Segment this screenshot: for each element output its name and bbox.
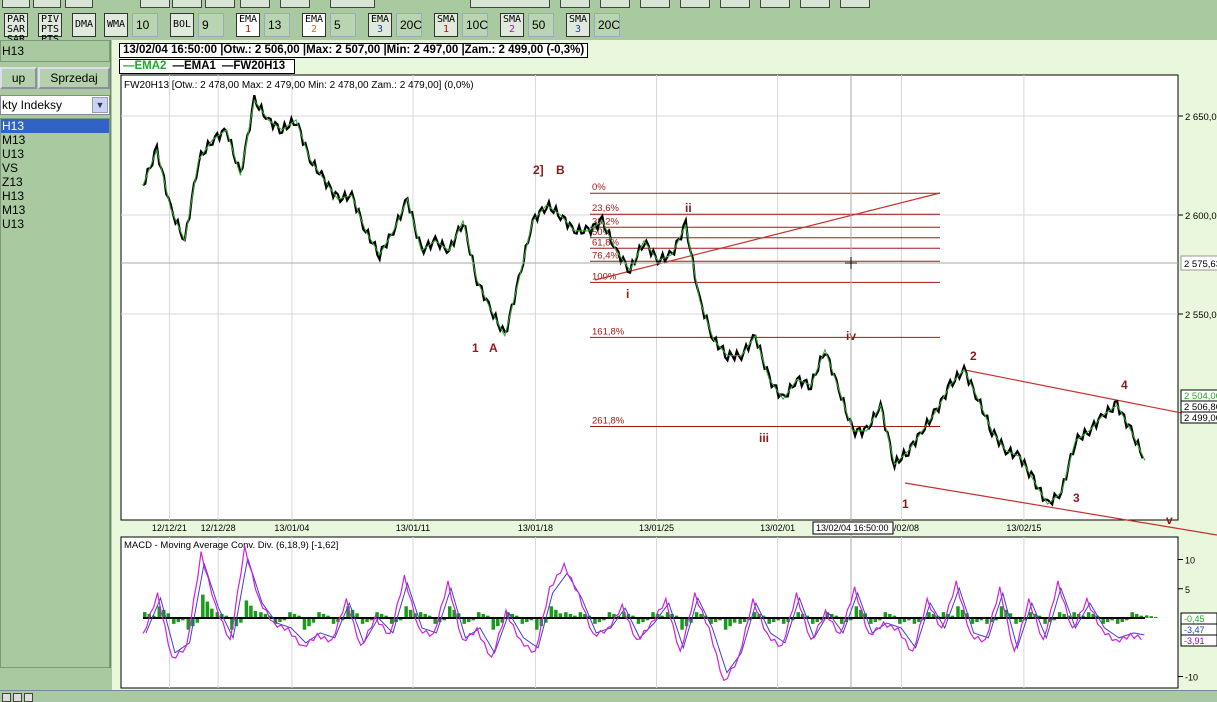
sell-button[interactable]: Sprzedaj <box>38 67 110 89</box>
instrument-list-item[interactable]: H13 <box>1 119 109 133</box>
crosshair-date-label: 13/02/04 16:50:00 <box>816 523 889 533</box>
macd-value-label: -3,47 <box>1184 625 1205 635</box>
macd-histogram-bar <box>491 618 496 630</box>
chart-header: FW20H13 [Otw.: 2 478,00 Max: 2 479,00 Mi… <box>124 80 474 91</box>
wave-label: A <box>489 341 498 355</box>
instrument-list-item[interactable]: VS <box>1 161 109 175</box>
macd-histogram-bar <box>1149 616 1153 618</box>
fib-level-label: 23,6% <box>592 203 619 214</box>
fib-level-label: 161,8% <box>592 326 625 337</box>
x-tick-label: 12/12/28 <box>201 523 236 533</box>
x-tick-label: 13/01/25 <box>639 523 674 533</box>
macd-histogram-bar <box>854 606 859 618</box>
status-bar <box>0 690 1217 702</box>
macd-value-label: -0,45 <box>1184 614 1205 624</box>
macd-histogram-bar <box>447 606 452 618</box>
chevron-down-icon[interactable]: ▼ <box>92 97 108 113</box>
y-tick-label: 2 600,00 <box>1185 211 1217 222</box>
macd-panel[interactable] <box>120 536 1179 689</box>
x-tick-label: 13/02/15 <box>1006 523 1041 533</box>
instrument-list-item[interactable]: U13 <box>1 217 109 231</box>
wave-label: 2 <box>970 349 977 363</box>
crosshair-price-label: 2 575,63 <box>1184 259 1217 270</box>
wave-label: B <box>556 163 565 177</box>
macd-histogram-bar <box>253 610 258 618</box>
chart-legend: —EMA2 —EMA1 —FW20H13 <box>119 59 296 74</box>
x-tick-label: 12/12/21 <box>152 523 187 533</box>
wave-label: 1 <box>472 341 479 355</box>
macd-histogram-bar <box>1154 616 1158 618</box>
instrument-list-item[interactable]: M13 <box>1 133 109 147</box>
macd-histogram-bar <box>1145 615 1149 618</box>
macd-histogram-bar <box>728 618 732 627</box>
instrument-list-item[interactable]: M13 <box>1 203 109 217</box>
market-dropdown[interactable]: kty Indeksy ▼ <box>0 95 110 115</box>
wave-label: i <box>626 287 629 301</box>
x-tick-label: 13/01/18 <box>518 523 553 533</box>
macd-histogram-bar <box>999 606 1004 618</box>
legend-item: —EMA2 <box>123 60 167 72</box>
instrument-title: H13 <box>0 40 110 62</box>
macd-histogram-bar <box>307 618 311 627</box>
wave-label: 3 <box>1073 491 1080 505</box>
wave-label: iii <box>759 431 769 445</box>
macd-histogram-bar <box>549 606 554 618</box>
wave-label: 2] <box>533 163 544 177</box>
instrument-list-item[interactable]: H13 <box>1 189 109 203</box>
wave-label: v <box>1166 513 1173 527</box>
y-tick-label: 2 550,00 <box>1185 310 1217 321</box>
macd-y-tick-label: 5 <box>1185 585 1190 595</box>
macd-histogram-bar <box>201 594 205 618</box>
price-chart[interactable]: 12/12/21 12/12/28 13/01/04 13/01/11 13/01/18… <box>0 0 1217 701</box>
macd-histogram-bar <box>249 605 253 618</box>
legend-item: —FW20H13 <box>221 60 286 72</box>
fib-level-label: 100% <box>592 271 617 282</box>
macd-histogram-bar <box>956 606 960 618</box>
macd-title: MACD - Moving Average Conv. Div. (6,18,9… <box>124 540 338 551</box>
instrument-list-item[interactable]: U13 <box>1 147 109 161</box>
left-panel: H13 up Sprzedaj kty Indeksy ▼ H13 M13 U13 VS… <box>0 40 111 668</box>
price-value-label: 2 504,00 <box>1184 391 1217 402</box>
macd-histogram-bar <box>244 600 249 618</box>
price-value-label: 2 499,00 <box>1184 413 1217 424</box>
x-tick-label: 13/01/04 <box>274 523 309 533</box>
instrument-list: H13 M13 U13 VS Z13 H13 M13 U13 <box>0 118 110 668</box>
ohlc-info-bar: 13/02/04 16:50:00 |Otw.: 2 506,00 |Max: … <box>119 43 589 58</box>
dropdown-value: kty Indeksy <box>2 98 63 112</box>
macd-histogram-bar <box>680 618 684 630</box>
macd-y-tick-label: 10 <box>1185 556 1195 566</box>
legend-item: —EMA1 <box>172 60 216 72</box>
macd-histogram-bar <box>723 618 728 630</box>
macd-histogram-bar <box>535 618 539 630</box>
fib-level-label: 76,4% <box>592 250 619 261</box>
macd-histogram-bar <box>404 606 408 618</box>
wave-label: 4 <box>1121 378 1128 392</box>
instrument-list-item[interactable]: Z13 <box>1 175 109 189</box>
macd-histogram-bar <box>554 609 558 618</box>
wave-label: 1 <box>902 497 909 511</box>
buy-button[interactable]: up <box>0 67 37 89</box>
x-tick-label: 13/02/01 <box>760 523 795 533</box>
x-tick-label: 13/01/11 <box>396 523 430 533</box>
macd-value-label: -3,91 <box>1184 636 1205 646</box>
macd-histogram-bar <box>302 618 307 630</box>
fib-level-label: 261,8% <box>592 415 625 426</box>
macd-histogram-bar <box>205 601 210 618</box>
fib-level-label: 0% <box>592 182 606 193</box>
macd-histogram-bar <box>210 608 214 618</box>
macd-y-tick-label: -10 <box>1185 673 1198 683</box>
macd-histogram-bar <box>408 609 413 618</box>
wave-label: ii <box>685 201 692 215</box>
price-value-label: 2 506,80 <box>1184 402 1217 413</box>
macd-histogram-bar <box>496 618 500 627</box>
y-tick-label: 2 650,00 <box>1185 112 1217 123</box>
